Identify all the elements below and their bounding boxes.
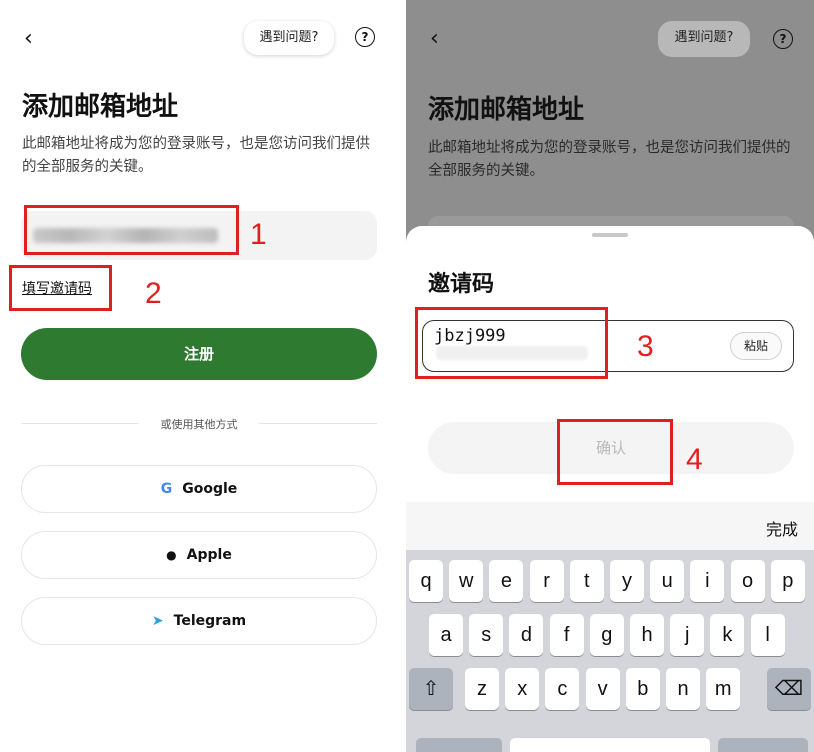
- page-description: 此邮箱地址将成为您的登录账号，也是您访问我们提供的全部服务的关键。: [22, 136, 370, 175]
- key-w[interactable]: w: [449, 560, 484, 602]
- annotation-number-4: 4: [686, 443, 703, 476]
- divider-line-right: [259, 423, 377, 424]
- annotation-number-3: 3: [637, 330, 654, 363]
- key-q[interactable]: q: [409, 560, 443, 602]
- key-d[interactable]: d: [509, 614, 544, 656]
- page-title-dimmed: 添加邮箱地址: [428, 95, 585, 125]
- annotation-box-2: [9, 265, 112, 311]
- google-icon: G: [160, 481, 173, 497]
- help-label: 遇到问题?: [259, 30, 319, 45]
- key-x[interactable]: x: [505, 668, 540, 710]
- annotation-box-1: [24, 205, 239, 255]
- register-button[interactable]: 注册: [21, 328, 377, 380]
- apple-label: Apple: [186, 547, 232, 563]
- key-y[interactable]: y: [610, 560, 644, 602]
- key-v[interactable]: v: [585, 668, 620, 710]
- help-button-dimmed: 遇到问题?: [658, 21, 750, 57]
- key-p[interactable]: p: [770, 560, 805, 602]
- number-mode-key[interactable]: [416, 738, 502, 752]
- keyboard-toolbar: [406, 502, 814, 551]
- key-s[interactable]: s: [469, 614, 504, 656]
- return-key[interactable]: [718, 738, 808, 752]
- back-button[interactable]: ‹: [24, 28, 33, 50]
- key-a[interactable]: a: [429, 614, 463, 656]
- back-button-dimmed: ‹: [430, 26, 439, 51]
- key-f[interactable]: f: [549, 614, 584, 656]
- telegram-login-button[interactable]: ➤ Telegram: [21, 597, 377, 645]
- divider-line-left: [21, 423, 139, 424]
- page-title: 添加邮箱地址: [22, 92, 179, 122]
- key-o[interactable]: o: [730, 560, 765, 602]
- key-l[interactable]: l: [750, 614, 785, 656]
- register-screen: ‹ 遇到问题? ? 添加邮箱地址 此邮箱地址将成为您的登录账号，也是您访问我们提…: [0, 0, 398, 752]
- google-login-button[interactable]: G Google: [21, 465, 377, 513]
- key-r[interactable]: r: [529, 560, 564, 602]
- help-label-dimmed: 遇到问题?: [674, 30, 734, 45]
- help-circle-icon-dimmed: ?: [773, 29, 793, 49]
- shift-key[interactable]: ⇧: [409, 668, 453, 710]
- invite-code-screen: ‹ 遇到问题? ? 添加邮箱地址 此邮箱地址将成为您的登录账号，也是您访问我们提…: [406, 0, 814, 752]
- page-description-dimmed: 此邮箱地址将成为您的登录账号，也是您访问我们提供的全部服务的关键。: [428, 140, 791, 179]
- apple-login-button[interactable]: ● Apple: [21, 531, 377, 579]
- key-i[interactable]: i: [690, 560, 725, 602]
- key-z[interactable]: z: [465, 668, 499, 710]
- key-b[interactable]: b: [625, 668, 660, 710]
- paste-button[interactable]: 粘贴: [730, 332, 782, 360]
- key-j[interactable]: j: [670, 614, 705, 656]
- annotation-box-4: [557, 419, 673, 485]
- key-e[interactable]: e: [489, 560, 524, 602]
- keyboard: q w e r t y u i o p a s d f g h j k l ⇧ z x c v b n m ⌫: [406, 550, 814, 752]
- key-g[interactable]: g: [589, 614, 624, 656]
- apple-icon: ●: [166, 548, 177, 562]
- help-button[interactable]: 遇到问题?: [244, 21, 334, 55]
- key-c[interactable]: c: [545, 668, 580, 710]
- key-t[interactable]: t: [569, 560, 604, 602]
- annotation-number-2: 2: [145, 277, 162, 310]
- annotation-box-3: [415, 307, 608, 379]
- annotation-number-1: 1: [250, 218, 267, 251]
- divider-text: 或使用其他方式: [160, 418, 238, 431]
- sheet-title: 邀请码: [428, 272, 495, 297]
- sheet-drag-handle[interactable]: [592, 233, 628, 237]
- delete-key[interactable]: ⌫: [767, 668, 811, 710]
- space-key[interactable]: [510, 738, 710, 752]
- key-h[interactable]: h: [630, 614, 664, 656]
- google-label: Google: [182, 481, 238, 497]
- key-m[interactable]: m: [706, 668, 741, 710]
- telegram-label: Telegram: [173, 613, 247, 629]
- key-k[interactable]: k: [710, 614, 745, 656]
- telegram-icon: ➤: [151, 613, 164, 629]
- keyboard-done-button[interactable]: 完成: [766, 516, 798, 540]
- key-u[interactable]: u: [650, 560, 685, 602]
- key-n[interactable]: n: [666, 668, 700, 710]
- help-circle-icon[interactable]: ?: [355, 27, 375, 47]
